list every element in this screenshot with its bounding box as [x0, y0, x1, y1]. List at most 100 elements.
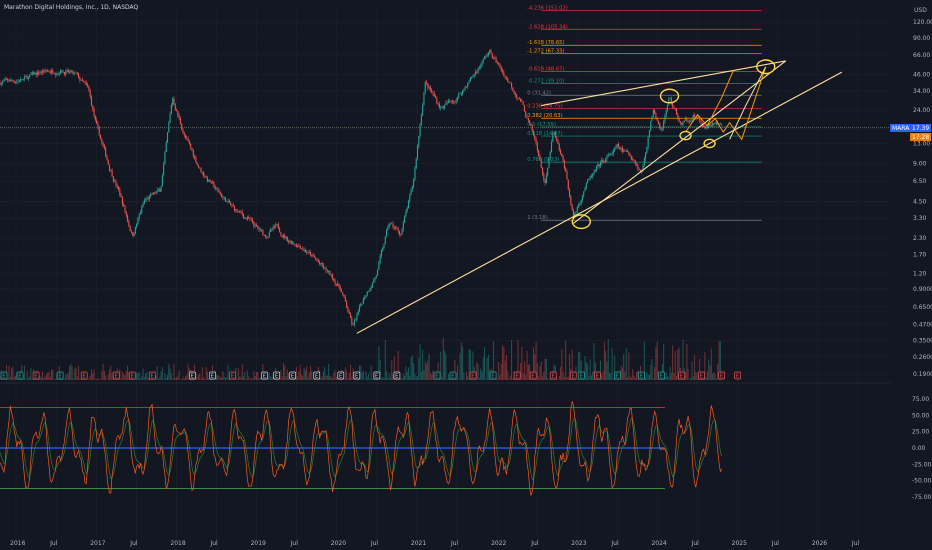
volume-bar: [253, 371, 255, 380]
volume-bar: [672, 345, 674, 380]
candle-body: [272, 226, 274, 230]
y-tick-label: 0.1900: [913, 371, 932, 378]
candle-body: [208, 179, 210, 182]
candle-body: [281, 235, 283, 237]
candle-body: [17, 80, 19, 82]
candle-body: [465, 86, 468, 88]
earnings-marker-label: E: [263, 374, 266, 380]
candle-body: [561, 153, 563, 157]
candle-body: [74, 72, 76, 74]
volume-bar: [147, 377, 149, 380]
earnings-marker-label: E: [515, 374, 518, 380]
candle-body: [188, 141, 190, 144]
earnings-marker-label: E: [211, 374, 214, 380]
candle-body: [587, 179, 589, 183]
volume-bar: [565, 340, 567, 380]
x-tick-label: 2024: [651, 540, 666, 547]
volume-bar: [407, 367, 409, 380]
candle-body: [106, 155, 108, 161]
candle-body: [682, 122, 684, 125]
trend-drawings[interactable]: [356, 59, 843, 334]
volume-bar: [48, 371, 50, 380]
volume-bar: [165, 377, 167, 380]
volume-bar: [23, 365, 25, 380]
candle-body: [232, 205, 234, 207]
candle-body: [712, 123, 714, 126]
y-tick-label: 46.00: [913, 71, 930, 78]
price-axis[interactable]: 120.0090.0066.0046.0034.0024.0017.0013.0…: [913, 19, 932, 378]
candle-body: [532, 131, 535, 136]
volume-bar: [26, 370, 28, 380]
x-tick-label: 2026: [812, 540, 827, 547]
candle-body: [94, 115, 96, 120]
candle-body: [34, 73, 36, 75]
candle-body: [146, 198, 148, 200]
prev-price-label: 17.28: [912, 134, 929, 141]
volume-bar: [93, 369, 95, 380]
volume-bar: [691, 361, 693, 380]
candle-body: [134, 227, 136, 234]
candle-body: [598, 164, 600, 166]
candle-body: [75, 72, 77, 74]
chart-canvas[interactable]: -4.236 (151.02) -2.618 (105.34) -1.618 (78…: [0, 0, 932, 550]
candle-body: [240, 210, 242, 213]
candle-body: [663, 121, 665, 129]
volume-bar: [440, 351, 442, 380]
volume-bar: [343, 379, 345, 380]
volume-bar: [138, 371, 140, 380]
candle-body: [559, 150, 562, 154]
fib-level-label: 0.786 (9.23): [527, 157, 559, 163]
candle-body: [316, 259, 318, 261]
volume-bar: [156, 366, 158, 380]
candle-body: [459, 93, 461, 95]
candle-body: [521, 101, 523, 103]
candle-body: [98, 126, 100, 135]
volume-bar: [370, 365, 372, 380]
earnings-marker-label: E: [596, 374, 599, 380]
volume-bar: [628, 352, 630, 380]
candle-body: [62, 72, 64, 73]
volume-bar: [301, 374, 303, 380]
candle-body: [400, 234, 402, 235]
candle-body: [455, 100, 457, 102]
volume-bar: [125, 370, 127, 380]
volume-bar: [246, 370, 248, 380]
candle-body: [678, 118, 680, 122]
volume-bar: [124, 375, 126, 380]
volume-bar: [627, 377, 629, 380]
candle-body: [120, 195, 122, 198]
candle-body: [529, 120, 531, 124]
osc-tick-label: 50.00: [912, 412, 929, 419]
candle-body: [688, 121, 690, 123]
volume-bar: [482, 356, 484, 380]
candle-body: [413, 179, 415, 187]
candle-body: [5, 78, 7, 80]
volume-bar: [227, 364, 229, 380]
time-axis[interactable]: 2016 Jul 2017 Jul 2018 Jul 2019 Jul 2020 Jul 2021 J…: [10, 540, 859, 547]
volume-bar: [9, 376, 11, 380]
volume-bar: [624, 371, 626, 380]
candle-body: [632, 159, 634, 160]
candle-body: [545, 175, 547, 184]
candle-body: [503, 72, 505, 77]
volume-bar: [307, 377, 309, 380]
volume-bar: [714, 374, 716, 380]
volume-bar: [120, 378, 122, 380]
volume-bar: [320, 377, 322, 380]
y-tick-label: 1.20: [913, 270, 927, 277]
y-tick-label: 1.70: [913, 251, 927, 258]
volume-bar: [71, 366, 73, 380]
candle-body: [495, 58, 497, 63]
candle-body: [593, 171, 595, 174]
candle-body: [438, 104, 440, 108]
volume-bar: [576, 379, 578, 380]
candle-body: [436, 98, 438, 103]
candle-body: [312, 254, 314, 256]
candle-body: [89, 90, 91, 97]
candle-body: [530, 123, 532, 126]
volume-bar: [161, 367, 163, 380]
volume-bar: [480, 368, 482, 380]
candle-body: [121, 197, 123, 205]
candle-body: [615, 146, 617, 149]
candle-body: [35, 73, 37, 75]
